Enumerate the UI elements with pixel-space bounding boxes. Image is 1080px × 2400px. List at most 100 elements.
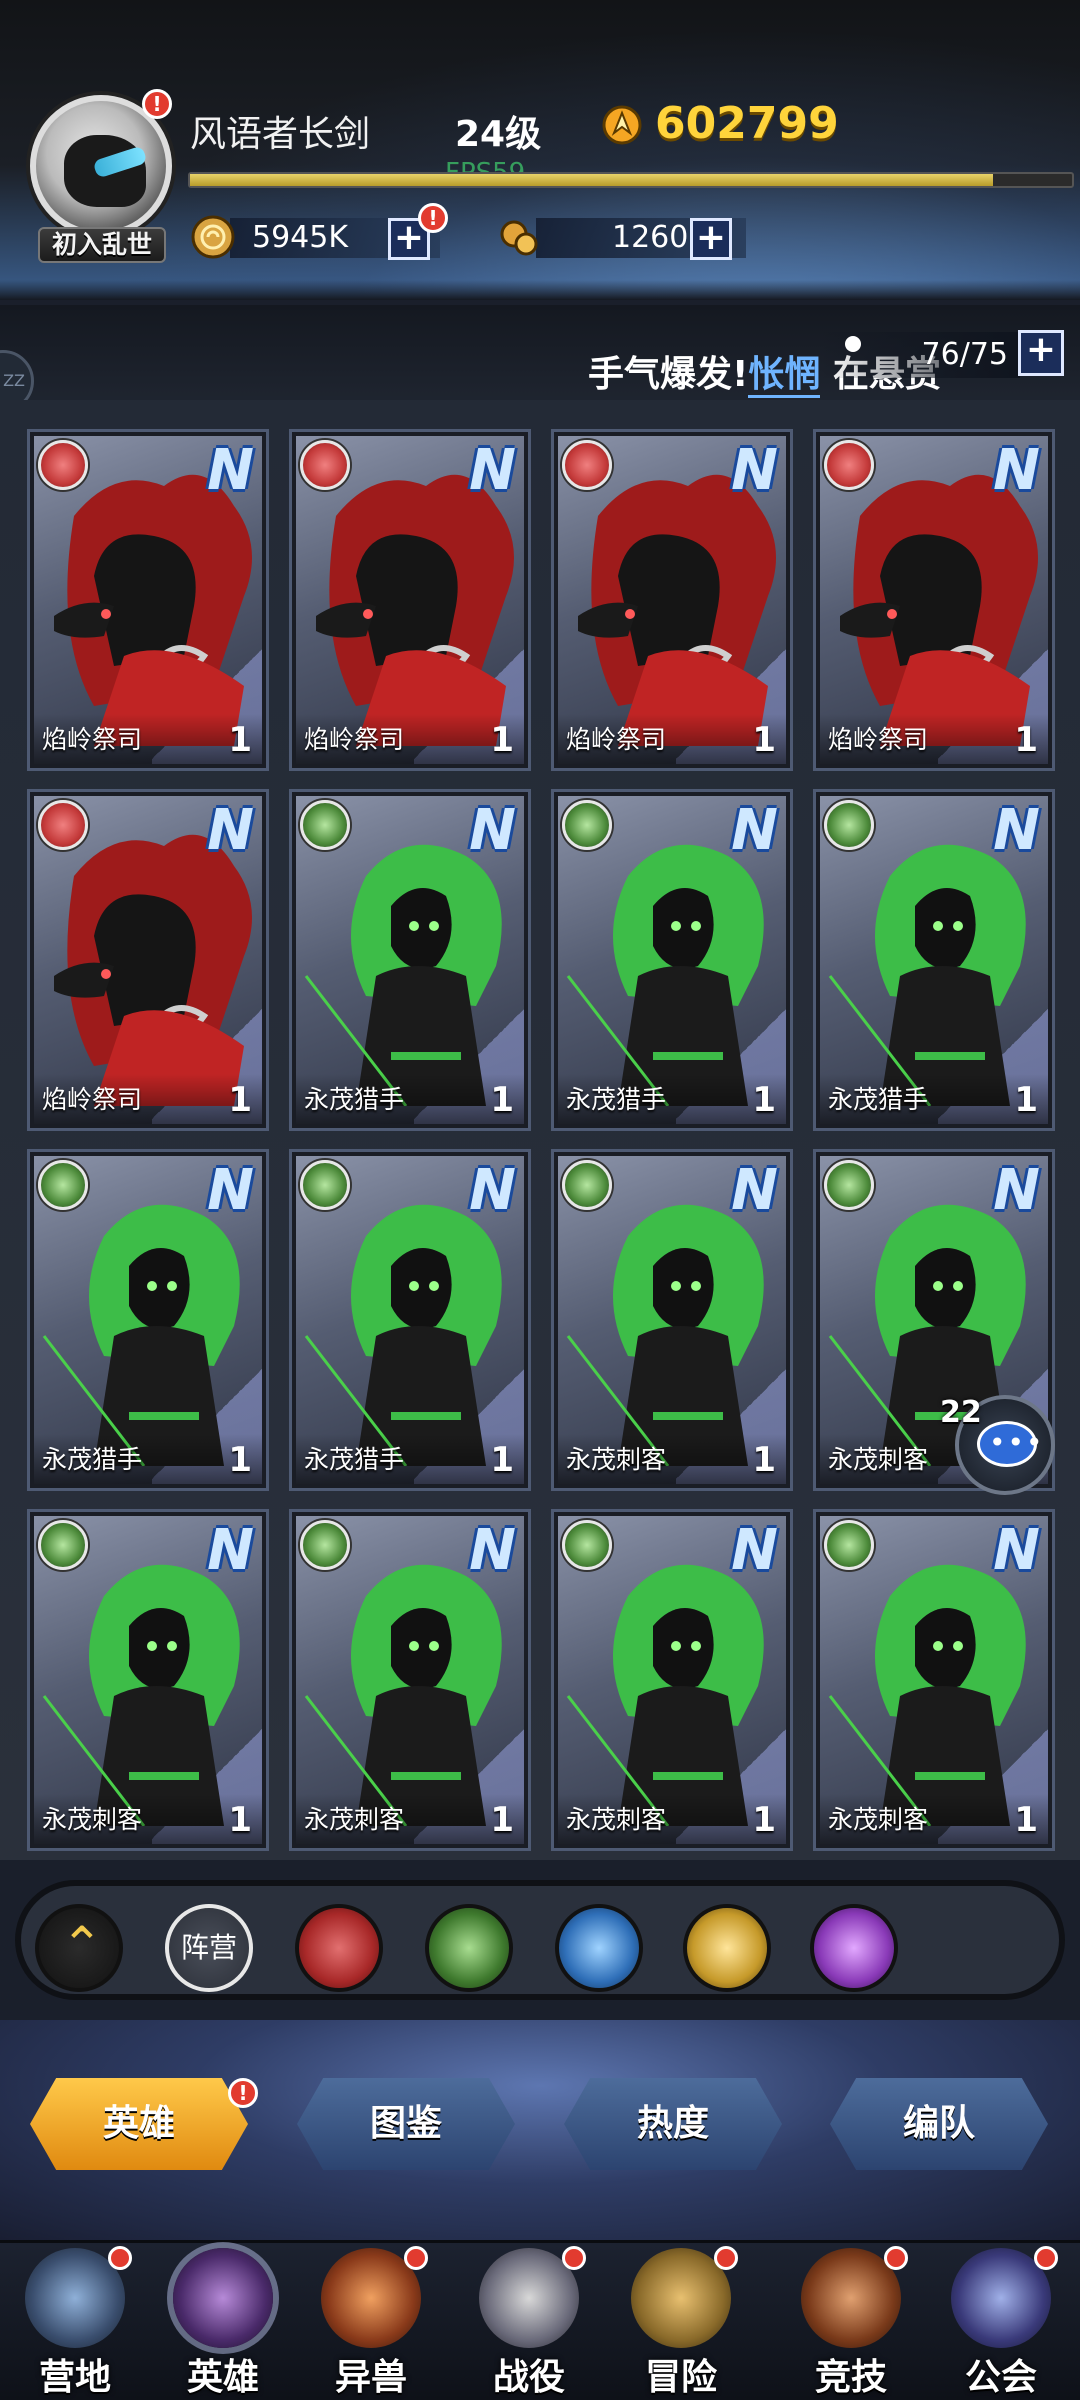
- fire-faction-icon: [562, 440, 612, 490]
- nav-item[interactable]: 英雄: [148, 2240, 298, 2400]
- nav-item[interactable]: 竞技: [776, 2240, 926, 2400]
- fire-faction-icon: [824, 440, 874, 490]
- rank-badge: N: [207, 438, 254, 503]
- marquee-highlight[interactable]: 怅惘: [748, 354, 821, 398]
- tab-heroes[interactable]: 英雄: [30, 2078, 248, 2170]
- hero-card[interactable]: N 永茂刺客 1: [551, 1149, 793, 1491]
- nav-alert-dot: [1034, 2246, 1058, 2270]
- rank-badge: N: [993, 798, 1040, 863]
- nature-faction-icon: [300, 1160, 350, 1210]
- hero-card[interactable]: N 永茂刺客 1: [551, 1509, 793, 1851]
- nature-faction-icon: [562, 1520, 612, 1570]
- hero-level: 1: [752, 1440, 776, 1480]
- marquee-prefix: 手气爆发!: [588, 354, 749, 395]
- hero-card[interactable]: N 焰岭祭司 1: [27, 429, 269, 771]
- tab-formation[interactable]: 编队: [830, 2078, 1048, 2170]
- player-name: 风语者长剑: [190, 114, 371, 155]
- capacity-dot: [845, 336, 861, 352]
- hero-name: 永茂猎手: [42, 1445, 143, 1474]
- hero-name: 永茂猎手: [304, 1445, 405, 1474]
- hero-name: 焰岭祭司: [828, 725, 929, 754]
- nav-item[interactable]: 异兽: [296, 2240, 446, 2400]
- exp-bar: [188, 172, 1074, 188]
- rank-badge: N: [993, 438, 1040, 503]
- rank-badge: N: [469, 438, 516, 503]
- hero-name: 永茂刺客: [304, 1805, 405, 1834]
- hero-level: 1: [752, 1080, 776, 1120]
- dark-faction-icon[interactable]: [810, 1904, 898, 1992]
- tab-codex[interactable]: 图鉴: [297, 2078, 515, 2170]
- hero-name: 焰岭祭司: [566, 725, 667, 754]
- hero-card[interactable]: N 永茂猎手 1: [289, 1149, 531, 1491]
- hero-name: 永茂刺客: [42, 1805, 143, 1834]
- coin-icon: [191, 215, 235, 259]
- light-faction-icon[interactable]: [683, 1904, 771, 1992]
- player-title-badge: 初入乱世: [38, 227, 166, 263]
- rank-badge: N: [469, 798, 516, 863]
- camp-filter-button[interactable]: 阵营: [165, 1904, 253, 1992]
- nature-faction-icon: [824, 800, 874, 850]
- coins-alert-icon: !: [418, 203, 448, 233]
- nav-label: 英雄: [186, 2357, 259, 2398]
- hero-card[interactable]: N 永茂猎手 1: [289, 789, 531, 1131]
- rank-badge: N: [731, 798, 778, 863]
- nav-alert-dot: [108, 2246, 132, 2270]
- nav-item[interactable]: 公会: [926, 2240, 1076, 2400]
- gold-icon: [602, 105, 642, 145]
- fire-faction-icon[interactable]: [295, 1904, 383, 1992]
- rank-badge: N: [207, 798, 254, 863]
- expand-capacity-button[interactable]: +: [1018, 330, 1064, 376]
- sort-up-icon[interactable]: ⌃: [35, 1904, 123, 1992]
- hero-card[interactable]: N 焰岭祭司 1: [551, 429, 793, 771]
- hero-name: 焰岭祭司: [42, 725, 143, 754]
- water-faction-icon[interactable]: [555, 1904, 643, 1992]
- hero-level: 1: [490, 720, 514, 760]
- hero-card[interactable]: N 永茂刺客 1: [289, 1509, 531, 1851]
- rank-badge: N: [731, 1158, 778, 1223]
- add-crystals-button[interactable]: +: [690, 218, 732, 260]
- hero-level: 1: [228, 1080, 252, 1120]
- hero-card[interactable]: N 永茂猎手 1: [27, 1149, 269, 1491]
- hero-card[interactable]: N 永茂刺客 1: [27, 1509, 269, 1851]
- nature-faction-icon[interactable]: [425, 1904, 513, 1992]
- nav-item[interactable]: 营地: [0, 2240, 150, 2400]
- nature-faction-icon: [38, 1520, 88, 1570]
- hero-card[interactable]: N 焰岭祭司 1: [289, 429, 531, 771]
- nature-faction-icon: [300, 800, 350, 850]
- hero-name: 永茂刺客: [566, 1805, 667, 1834]
- rank-badge: N: [993, 1158, 1040, 1223]
- nav-label: 冒险: [644, 2357, 717, 2398]
- nav-label: 异兽: [334, 2357, 407, 2398]
- nav-label: 公会: [964, 2357, 1037, 2398]
- nav-item[interactable]: 战役: [454, 2240, 604, 2400]
- chat-dots-icon: •••: [989, 1426, 1045, 1459]
- hero-level: 1: [1014, 1800, 1038, 1840]
- hero-card[interactable]: N 焰岭祭司 1: [27, 789, 269, 1131]
- hero-level: 1: [1014, 720, 1038, 760]
- fire-faction-icon: [38, 440, 88, 490]
- tab-heroes-alert-icon: !: [228, 2078, 258, 2108]
- hero-name: 永茂猎手: [828, 1085, 929, 1114]
- hero-name: 永茂刺客: [828, 1445, 929, 1474]
- nature-faction-icon: [562, 800, 612, 850]
- tab-popularity[interactable]: 热度: [564, 2078, 782, 2170]
- nature-faction-icon: [824, 1160, 874, 1210]
- nav-label: 竞技: [814, 2357, 887, 2398]
- hero-card[interactable]: N 永茂刺客 1: [813, 1509, 1055, 1851]
- hero-card[interactable]: N 永茂猎手 1: [551, 789, 793, 1131]
- hero-card[interactable]: N 永茂猎手 1: [813, 789, 1055, 1131]
- hero-name: 永茂刺客: [828, 1805, 929, 1834]
- player-avatar[interactable]: 初入乱世 !: [30, 89, 172, 263]
- hero-level: 1: [228, 720, 252, 760]
- nav-label: 战役: [492, 2357, 565, 2398]
- nav-item[interactable]: 冒险: [606, 2240, 756, 2400]
- hero-level: 1: [228, 1440, 252, 1480]
- nature-faction-icon: [824, 1520, 874, 1570]
- hero-card[interactable]: N 焰岭祭司 1: [813, 429, 1055, 771]
- rank-badge: N: [469, 1158, 516, 1223]
- hero-level: 1: [490, 1800, 514, 1840]
- hero-name: 焰岭祭司: [42, 1085, 143, 1114]
- hero-level: 1: [228, 1800, 252, 1840]
- nature-faction-icon: [300, 1520, 350, 1570]
- gold-value: 602799: [655, 98, 839, 149]
